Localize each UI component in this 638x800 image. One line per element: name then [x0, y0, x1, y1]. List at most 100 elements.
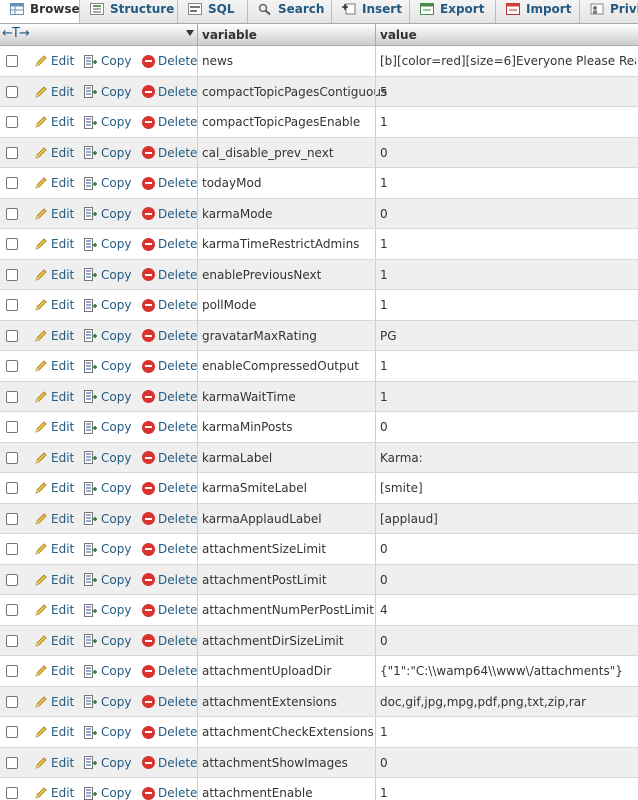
edit-link[interactable]: Edit: [34, 573, 74, 587]
edit-link[interactable]: Edit: [34, 420, 74, 434]
delete-link[interactable]: Delete: [142, 115, 197, 129]
cell-value[interactable]: 0: [380, 573, 636, 587]
edit-link[interactable]: Edit: [34, 115, 74, 129]
cell-value[interactable]: 1: [380, 176, 636, 190]
cell-value[interactable]: 0: [380, 146, 636, 160]
copy-link[interactable]: Copy: [84, 146, 131, 160]
edit-link[interactable]: Edit: [34, 695, 74, 709]
cell-value[interactable]: [smite]: [380, 481, 636, 495]
table-row[interactable]: Edit Copy Delete karmaWaitTime 1: [0, 381, 638, 412]
row-checkbox[interactable]: [6, 299, 18, 311]
column-toggle-arrows[interactable]: ←T→: [2, 26, 30, 41]
table-row[interactable]: Edit Copy Delete attachmentCheckExtensions 1: [0, 717, 638, 748]
table-row[interactable]: Edit Copy Delete compactTopicPagesEnable 1: [0, 107, 638, 138]
edit-link[interactable]: Edit: [34, 268, 74, 282]
cell-value[interactable]: 0: [380, 207, 636, 221]
copy-link[interactable]: Copy: [84, 725, 131, 739]
row-checkbox[interactable]: [6, 177, 18, 189]
cell-value[interactable]: 1: [380, 298, 636, 312]
copy-link[interactable]: Copy: [84, 207, 131, 221]
cell-variable[interactable]: attachmentShowImages: [202, 756, 348, 770]
delete-link[interactable]: Delete: [142, 237, 197, 251]
row-checkbox[interactable]: [6, 726, 18, 738]
row-checkbox[interactable]: [6, 238, 18, 250]
table-row[interactable]: Edit Copy Delete karmaMinPosts 0: [0, 412, 638, 443]
row-checkbox[interactable]: [6, 116, 18, 128]
copy-link[interactable]: Copy: [84, 54, 131, 68]
delete-link[interactable]: Delete: [142, 390, 197, 404]
column-header-value[interactable]: value: [380, 28, 417, 42]
delete-link[interactable]: Delete: [142, 359, 197, 373]
delete-link[interactable]: Delete: [142, 756, 197, 770]
table-row[interactable]: Edit Copy Delete enablePreviousNext 1: [0, 259, 638, 290]
edit-link[interactable]: Edit: [34, 146, 74, 160]
delete-link[interactable]: Delete: [142, 634, 197, 648]
table-row[interactable]: Edit Copy Delete attachmentUploadDir {"1":"C…: [0, 656, 638, 687]
edit-link[interactable]: Edit: [34, 512, 74, 526]
cell-value[interactable]: doc,gif,jpg,mpg,pdf,png,txt,zip,rar: [380, 695, 636, 709]
cell-value[interactable]: 0: [380, 420, 636, 434]
table-row[interactable]: Edit Copy Delete enableCompressedOutput 1: [0, 351, 638, 382]
table-row[interactable]: Edit Copy Delete attachmentExtensions doc,gi…: [0, 686, 638, 717]
table-row[interactable]: Edit Copy Delete attachmentSizeLimit 0: [0, 534, 638, 565]
copy-link[interactable]: Copy: [84, 176, 131, 190]
row-checkbox[interactable]: [6, 482, 18, 494]
delete-link[interactable]: Delete: [142, 573, 197, 587]
delete-link[interactable]: Delete: [142, 603, 197, 617]
delete-link[interactable]: Delete: [142, 512, 197, 526]
tab-sql[interactable]: SQL: [178, 0, 248, 23]
cell-variable[interactable]: attachmentNumPerPostLimit: [202, 603, 374, 617]
table-row[interactable]: Edit Copy Delete cal_disable_prev_next 0: [0, 137, 638, 168]
copy-link[interactable]: Copy: [84, 603, 131, 617]
delete-link[interactable]: Delete: [142, 329, 197, 343]
copy-link[interactable]: Copy: [84, 237, 131, 251]
cell-variable[interactable]: compactTopicPagesContiguous: [202, 85, 387, 99]
cell-value[interactable]: 0: [380, 756, 636, 770]
edit-link[interactable]: Edit: [34, 786, 74, 800]
row-checkbox[interactable]: [6, 665, 18, 677]
tab-export[interactable]: Export: [410, 0, 496, 23]
cell-value[interactable]: 0: [380, 634, 636, 648]
edit-link[interactable]: Edit: [34, 725, 74, 739]
delete-link[interactable]: Delete: [142, 725, 197, 739]
row-checkbox[interactable]: [6, 55, 18, 67]
copy-link[interactable]: Copy: [84, 115, 131, 129]
copy-link[interactable]: Copy: [84, 420, 131, 434]
edit-link[interactable]: Edit: [34, 54, 74, 68]
copy-link[interactable]: Copy: [84, 85, 131, 99]
tab-import[interactable]: Import: [496, 0, 580, 23]
delete-link[interactable]: Delete: [142, 207, 197, 221]
cell-variable[interactable]: karmaMode: [202, 207, 273, 221]
row-checkbox[interactable]: [6, 207, 18, 220]
copy-link[interactable]: Copy: [84, 542, 131, 556]
table-row[interactable]: Edit Copy Delete karmaSmiteLabel [smite]: [0, 473, 638, 504]
edit-link[interactable]: Edit: [34, 298, 74, 312]
table-row[interactable]: Edit Copy Delete attachmentDirSizeLimit 0: [0, 625, 638, 656]
edit-link[interactable]: Edit: [34, 451, 74, 465]
copy-link[interactable]: Copy: [84, 359, 131, 373]
delete-link[interactable]: Delete: [142, 451, 197, 465]
row-checkbox[interactable]: [6, 604, 18, 616]
copy-link[interactable]: Copy: [84, 634, 131, 648]
delete-link[interactable]: Delete: [142, 268, 197, 282]
cell-value[interactable]: 1: [380, 725, 636, 739]
table-row[interactable]: Edit Copy Delete attachmentShowImages 0: [0, 747, 638, 778]
edit-link[interactable]: Edit: [34, 359, 74, 373]
table-row[interactable]: Edit Copy Delete attachmentPostLimit 0: [0, 564, 638, 595]
cell-variable[interactable]: enableCompressedOutput: [202, 359, 359, 373]
copy-link[interactable]: Copy: [84, 664, 131, 678]
copy-link[interactable]: Copy: [84, 451, 131, 465]
cell-variable[interactable]: cal_disable_prev_next: [202, 146, 334, 160]
delete-link[interactable]: Delete: [142, 664, 197, 678]
cell-variable[interactable]: enablePreviousNext: [202, 268, 321, 282]
copy-link[interactable]: Copy: [84, 756, 131, 770]
column-header-variable[interactable]: variable: [202, 28, 257, 42]
cell-variable[interactable]: pollMode: [202, 298, 256, 312]
cell-variable[interactable]: todayMod: [202, 176, 261, 190]
row-checkbox[interactable]: [6, 451, 18, 464]
table-row[interactable]: Edit Copy Delete karmaTimeRestrictAdmins 1: [0, 229, 638, 260]
cell-value[interactable]: 1: [380, 786, 636, 800]
tab-privileges[interactable]: Privi: [580, 0, 638, 23]
edit-link[interactable]: Edit: [34, 85, 74, 99]
cell-variable[interactable]: karmaSmiteLabel: [202, 481, 307, 495]
